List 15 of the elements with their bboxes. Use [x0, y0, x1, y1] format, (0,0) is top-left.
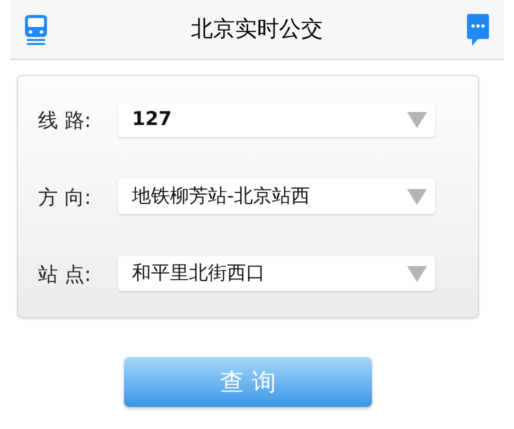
- dropdown-arrow-icon: [407, 266, 427, 282]
- dropdown-select[interactable]: 和平里北街西口: [118, 256, 435, 291]
- chat-bubble-icon[interactable]: [466, 12, 490, 46]
- select-value: 和平里北街西口: [132, 261, 265, 286]
- field-label: 站 点:: [38, 260, 92, 288]
- app-title: 北京实时公交: [191, 16, 323, 44]
- dropdown-arrow-icon: [407, 112, 427, 128]
- dropdown-select[interactable]: 127: [118, 102, 435, 137]
- dropdown-arrow-icon: [407, 188, 427, 204]
- field-label: 方 向:: [38, 184, 92, 210]
- select-value: 地铁柳芳站-北京站西: [132, 184, 310, 210]
- select-value: 127: [132, 107, 172, 132]
- dropdown-select[interactable]: 地铁柳芳站-北京站西: [118, 179, 435, 214]
- train-icon[interactable]: [24, 14, 48, 46]
- field-label: 线 路:: [38, 106, 92, 134]
